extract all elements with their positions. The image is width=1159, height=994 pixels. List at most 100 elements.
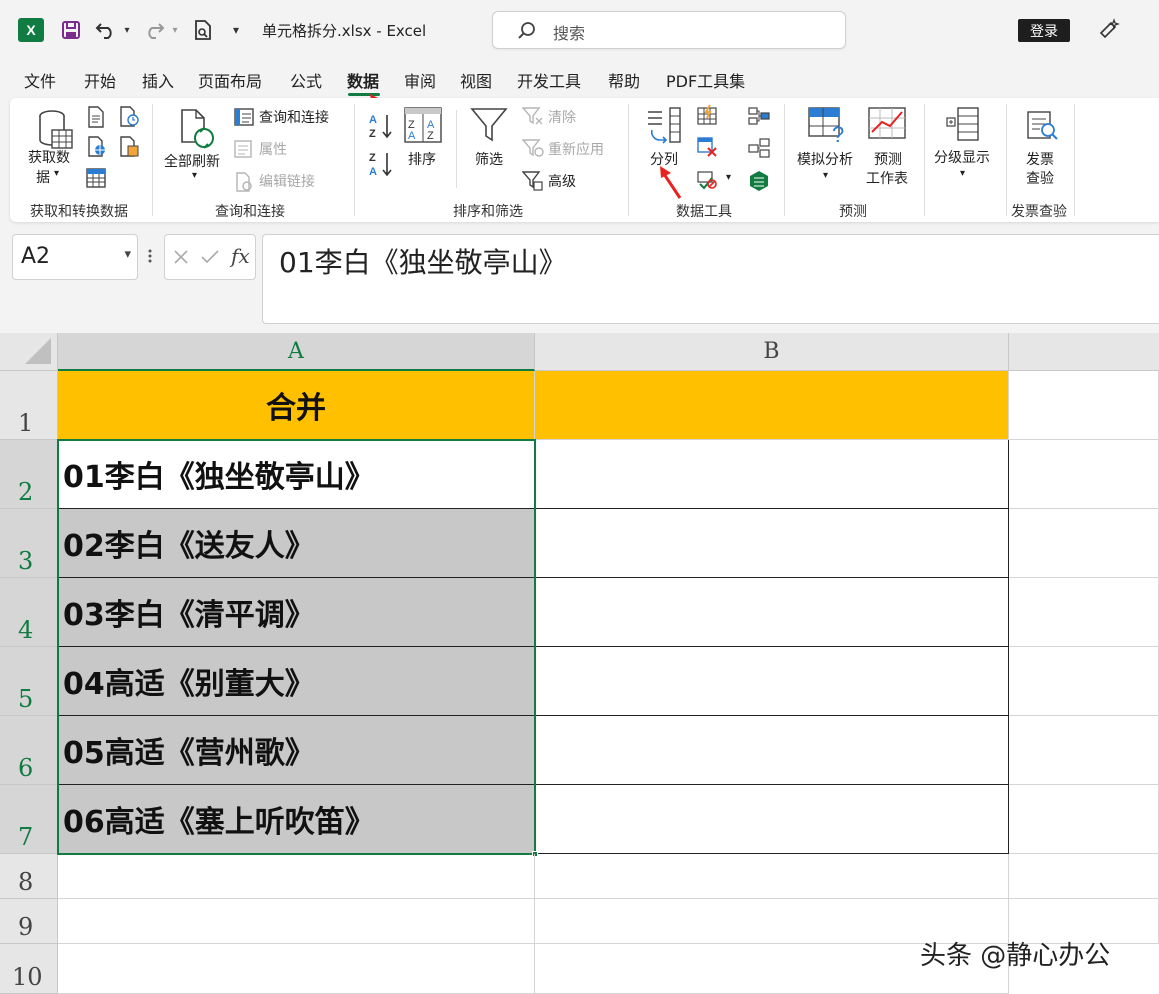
data-model-icon[interactable]: [748, 170, 770, 196]
cell-b8[interactable]: [535, 854, 1009, 899]
from-text-csv-icon[interactable]: [86, 106, 106, 132]
consolidate-icon[interactable]: [748, 106, 770, 130]
sort-icon[interactable]: ZAAZ: [404, 106, 442, 148]
what-if-label[interactable]: 模拟分析: [797, 149, 853, 169]
tab-pdf-tools[interactable]: PDF工具集: [666, 68, 745, 92]
filter-icon[interactable]: [470, 106, 508, 148]
forecast-sheet-icon[interactable]: [868, 106, 906, 146]
row-header-5[interactable]: 5: [0, 647, 58, 716]
sort-za-icon[interactable]: ZA: [368, 150, 394, 182]
redo-dropdown-icon[interactable]: ▾: [169, 20, 181, 40]
cell-b7[interactable]: [535, 785, 1009, 854]
outline-icon[interactable]: [946, 106, 980, 146]
existing-connections-icon[interactable]: [118, 136, 140, 162]
cell-c8[interactable]: [1009, 854, 1159, 899]
tab-page-layout[interactable]: 页面布局: [198, 68, 262, 92]
cell-a4[interactable]: 03李白《清平调》: [58, 578, 535, 647]
formula-bar-drag-icon[interactable]: [147, 247, 153, 265]
cell-c7[interactable]: [1009, 785, 1159, 854]
what-if-dropdown-icon[interactable]: ▾: [823, 170, 828, 181]
cell-a3[interactable]: 02李白《送友人》: [58, 509, 535, 578]
tab-home[interactable]: 开始: [84, 68, 116, 92]
cell-b4[interactable]: [535, 578, 1009, 647]
refresh-all-icon[interactable]: [178, 108, 218, 154]
row-header-6[interactable]: 6: [0, 716, 58, 785]
row-header-10[interactable]: 10: [0, 944, 58, 994]
sort-label[interactable]: 排序: [408, 149, 436, 169]
cell-c2[interactable]: [1009, 440, 1159, 509]
queries-connections-icon[interactable]: [234, 108, 254, 130]
cell-a6[interactable]: 05高适《营州歌》: [58, 716, 535, 785]
queries-connections-label[interactable]: 查询和连接: [259, 107, 329, 127]
cell-b6[interactable]: [535, 716, 1009, 785]
from-web-icon[interactable]: [86, 136, 108, 162]
recent-sources-icon[interactable]: [118, 106, 140, 132]
tab-view[interactable]: 视图: [460, 68, 492, 92]
cell-a9[interactable]: [58, 899, 535, 944]
confirm-entry-icon[interactable]: [201, 249, 219, 265]
relationships-icon[interactable]: [748, 138, 770, 162]
invoice-check-label-1[interactable]: 发票: [1026, 149, 1054, 169]
cell-a5[interactable]: 04高适《别董大》: [58, 647, 535, 716]
cell-c1[interactable]: [1009, 371, 1159, 440]
search-input[interactable]: 搜索: [492, 11, 846, 49]
name-box[interactable]: A2 ▾: [12, 234, 138, 280]
tab-data[interactable]: 数据: [347, 68, 379, 92]
login-button[interactable]: 登录: [1018, 19, 1070, 42]
cell-c5[interactable]: [1009, 647, 1159, 716]
tab-file[interactable]: 文件: [24, 68, 56, 92]
save-icon[interactable]: [60, 18, 82, 42]
designer-icon[interactable]: [1096, 16, 1122, 42]
get-data-label[interactable]: 获取数: [28, 147, 70, 167]
sort-az-icon[interactable]: AZ: [368, 112, 394, 144]
forecast-sheet-label-2[interactable]: 工作表: [866, 168, 908, 188]
row-header-1[interactable]: 1: [0, 371, 58, 440]
cell-a2[interactable]: 01李白《独坐敬亭山》: [58, 440, 535, 509]
text-to-columns-icon[interactable]: [644, 106, 684, 150]
cell-a10[interactable]: [58, 944, 535, 994]
row-header-4[interactable]: 4: [0, 578, 58, 647]
from-table-icon[interactable]: [86, 168, 106, 192]
tab-review[interactable]: 审阅: [404, 68, 436, 92]
flash-fill-icon[interactable]: [696, 104, 718, 130]
cell-c3[interactable]: [1009, 509, 1159, 578]
column-header-b[interactable]: B: [535, 333, 1009, 371]
invoice-check-label-2[interactable]: 查验: [1026, 168, 1054, 188]
row-header-9[interactable]: 9: [0, 899, 58, 944]
cell-a1[interactable]: 合并: [58, 371, 535, 440]
name-box-dropdown-icon[interactable]: ▾: [124, 247, 131, 262]
row-header-7[interactable]: 7: [0, 785, 58, 854]
data-validation-dropdown-icon[interactable]: ▾: [726, 172, 731, 183]
column-header-c[interactable]: [1009, 333, 1159, 371]
cell-b5[interactable]: [535, 647, 1009, 716]
cell-c6[interactable]: [1009, 716, 1159, 785]
tab-developer[interactable]: 开发工具: [517, 68, 581, 92]
redo-icon[interactable]: [142, 18, 166, 42]
advanced-filter-icon[interactable]: [521, 170, 544, 196]
row-header-2[interactable]: 2: [0, 440, 58, 509]
refresh-dropdown-icon[interactable]: ▾: [192, 170, 197, 181]
undo-dropdown-icon[interactable]: ▾: [121, 20, 133, 40]
cell-a7[interactable]: 06高适《塞上听吹笛》: [58, 785, 535, 854]
get-data-label-2[interactable]: 据: [36, 167, 50, 187]
cell-b1[interactable]: [535, 371, 1009, 440]
tab-help[interactable]: 帮助: [608, 68, 640, 92]
get-data-dropdown-icon[interactable]: ▾: [54, 168, 59, 179]
cell-a8[interactable]: [58, 854, 535, 899]
invoice-check-icon[interactable]: [1026, 110, 1060, 146]
outline-label[interactable]: 分级显示: [934, 147, 990, 167]
column-header-a[interactable]: A: [58, 333, 535, 371]
advanced-label[interactable]: 高级: [548, 171, 576, 191]
formula-input[interactable]: 01李白《独坐敬亭山》: [262, 234, 1159, 324]
row-header-8[interactable]: 8: [0, 854, 58, 899]
outline-dropdown-icon[interactable]: ▾: [960, 168, 965, 179]
tab-insert[interactable]: 插入: [142, 68, 174, 92]
tab-formulas[interactable]: 公式: [290, 68, 322, 92]
undo-icon[interactable]: [94, 18, 118, 42]
refresh-all-label[interactable]: 全部刷新: [164, 151, 220, 171]
row-header-3[interactable]: 3: [0, 509, 58, 578]
data-validation-icon[interactable]: [696, 168, 718, 194]
insert-function-icon[interactable]: fx: [231, 244, 250, 268]
cell-c4[interactable]: [1009, 578, 1159, 647]
select-all-corner[interactable]: [0, 333, 58, 371]
